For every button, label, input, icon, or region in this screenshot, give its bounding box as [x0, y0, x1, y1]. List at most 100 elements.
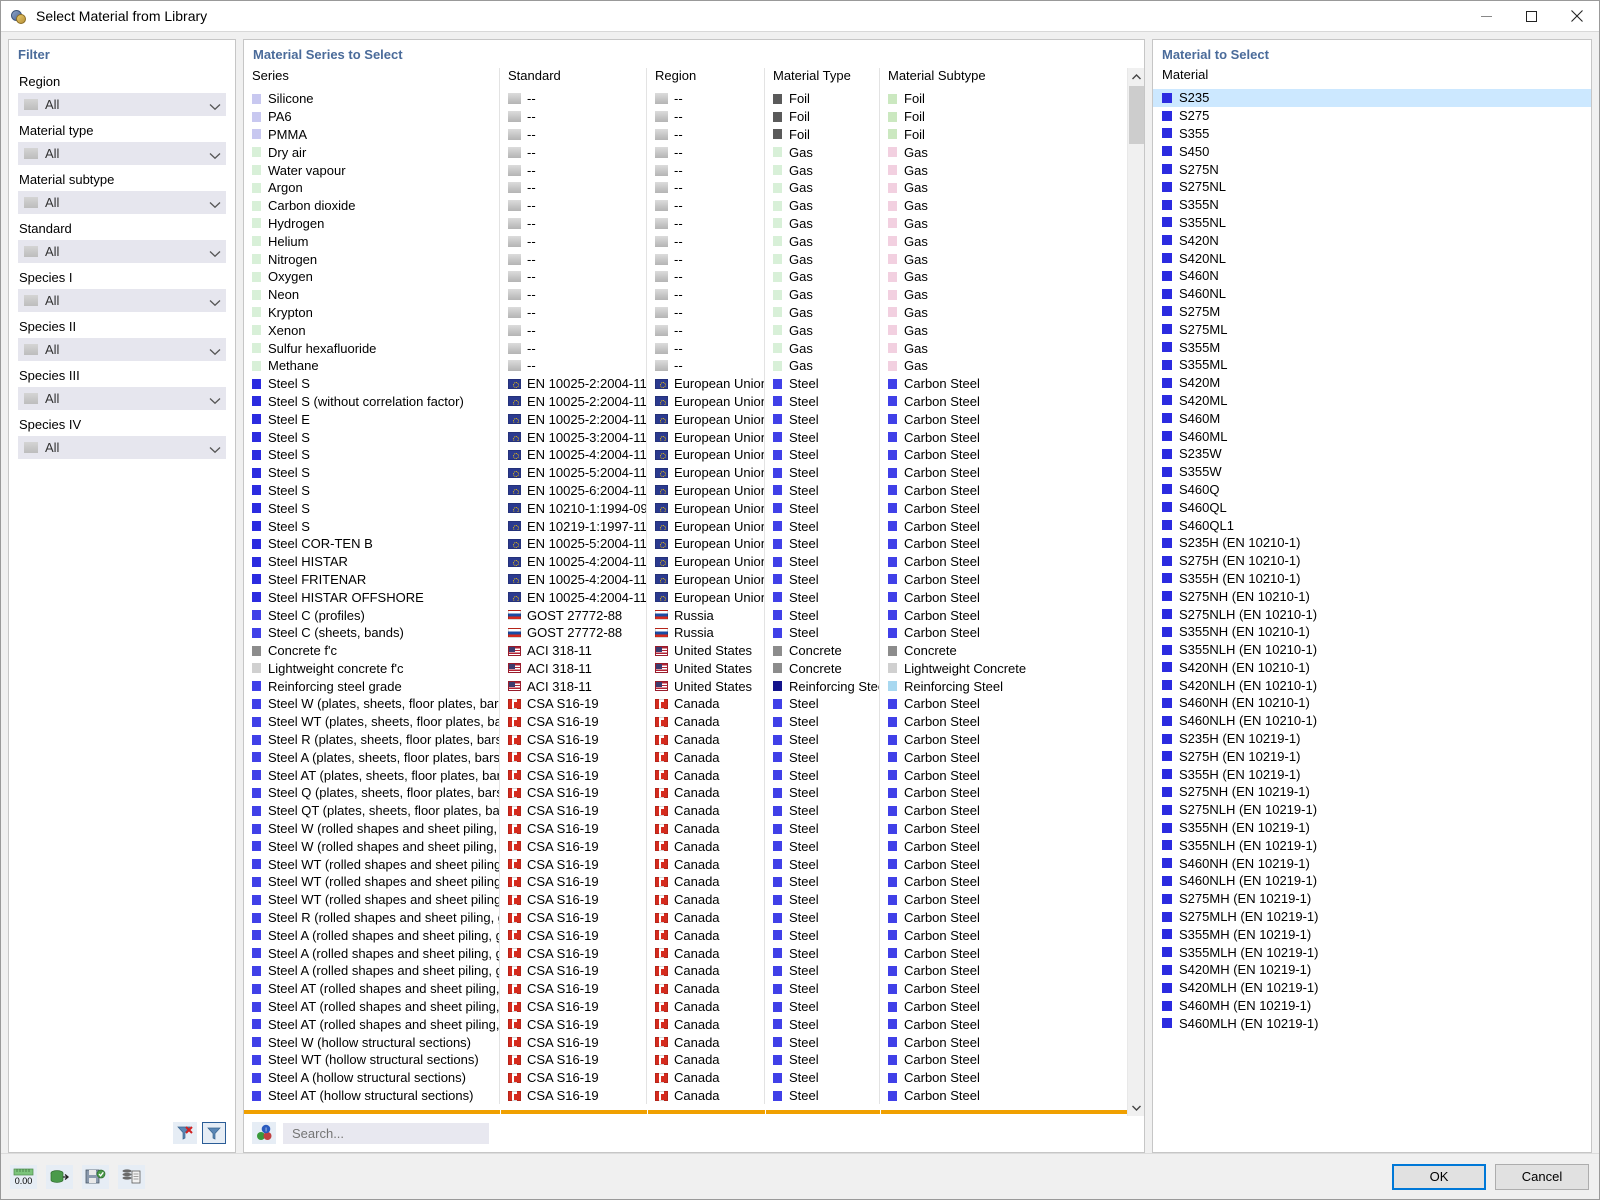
filter-dropdown-6[interactable]: All — [18, 387, 226, 410]
list-item[interactable]: S355NH (EN 10219-1) — [1153, 819, 1591, 837]
table-row[interactable]: Steel AT (rolled shapes and sheet piling… — [244, 979, 1127, 998]
list-item[interactable]: S460ML — [1153, 427, 1591, 445]
table-row[interactable]: Sulfur hexafluoride -- -- Gas Gas — [244, 339, 1127, 357]
list-item[interactable]: S460M — [1153, 409, 1591, 427]
series-column-header-1[interactable]: Standard — [500, 68, 647, 90]
table-row[interactable]: Steel WT (rolled shapes and sheet piling… — [244, 890, 1127, 909]
filter-dropdown-7[interactable]: All — [18, 436, 226, 459]
list-item[interactable]: S355H (EN 10210-1) — [1153, 570, 1591, 588]
table-row[interactable]: Concrete f'c ACI 318-11 United States Concr… — [244, 641, 1127, 660]
table-row[interactable]: Steel WT (hollow structural sections) CSA… — [244, 1051, 1127, 1069]
table-row[interactable]: Carbon dioxide -- -- Gas Gas — [244, 196, 1127, 215]
table-row[interactable]: Steel S EN 10219-1:1997-11 European Union S… — [244, 517, 1127, 535]
list-item[interactable]: S275NL — [1153, 178, 1591, 196]
filter-dropdown-1[interactable]: All — [18, 142, 226, 165]
table-row[interactable]: Steel A (rolled shapes and sheet piling,… — [244, 962, 1127, 980]
filter-dropdown-2[interactable]: All — [18, 191, 226, 214]
table-row[interactable]: Steel FRITENAR EN 10025-4:2004-11 European… — [244, 570, 1127, 589]
list-item[interactable]: S355MLH (EN 10219-1) — [1153, 943, 1591, 961]
table-row[interactable]: Steel COR-TEN B EN 10025-5:2004-11 Europea… — [244, 534, 1127, 553]
list-item[interactable]: S420NL — [1153, 249, 1591, 267]
table-row[interactable]: Steel E EN 10025-2:2004-11 European Union S… — [244, 410, 1127, 429]
list-item[interactable]: S460NL — [1153, 285, 1591, 303]
list-item[interactable]: S275M — [1153, 303, 1591, 321]
table-row[interactable]: PA6 -- -- Foil Foil — [244, 107, 1127, 126]
table-row[interactable]: Steel QT (plates, sheets, floor plates, … — [244, 801, 1127, 820]
table-row[interactable]: Methane -- -- Gas Gas — [244, 356, 1127, 375]
list-item[interactable]: S275N — [1153, 160, 1591, 178]
list-item[interactable]: S460NLH (EN 10210-1) — [1153, 712, 1591, 730]
list-item[interactable]: S355NH (EN 10210-1) — [1153, 623, 1591, 641]
material-list[interactable]: S235 S275 S355 S450 S275N S275NL S355N S355NL S4… — [1153, 89, 1591, 1152]
table-row[interactable]: Steel Q (plates, sheets, floor plates, b… — [244, 784, 1127, 802]
scroll-up-icon[interactable] — [1128, 68, 1145, 85]
scrollbar-thumb[interactable] — [1128, 86, 1144, 144]
list-item[interactable]: S355M — [1153, 338, 1591, 356]
table-row[interactable]: Steel S EN 10210-1:1994-09 European Union S… — [244, 499, 1127, 518]
list-item[interactable]: S275H (EN 10210-1) — [1153, 552, 1591, 570]
table-row[interactable]: Hydrogen -- -- Gas Gas — [244, 214, 1127, 233]
list-item[interactable]: S420NLH (EN 10210-1) — [1153, 676, 1591, 694]
list-item[interactable]: S460N — [1153, 267, 1591, 285]
series-grid-rows[interactable]: Silicone -- -- Foil Foil PA6 -- -- Foil Foil PMMA -… — [244, 90, 1127, 1110]
table-row[interactable]: Steel AT (plates, sheets, floor plates, … — [244, 766, 1127, 785]
table-row[interactable]: Steel W (plates, sheets, floor plates, b… — [244, 695, 1127, 713]
numeric-format-icon[interactable]: 0.00 — [10, 1164, 37, 1189]
table-row[interactable]: Steel A (rolled shapes and sheet piling,… — [244, 944, 1127, 963]
list-item[interactable]: S460MLH (EN 10219-1) — [1153, 1014, 1591, 1032]
list-item[interactable]: S275NH (EN 10210-1) — [1153, 587, 1591, 605]
table-row[interactable]: Steel A (rolled shapes and sheet piling,… — [244, 926, 1127, 945]
list-item[interactable]: S460NH (EN 10210-1) — [1153, 694, 1591, 712]
list-item[interactable]: S355W — [1153, 463, 1591, 481]
list-item[interactable]: S275NLH (EN 10219-1) — [1153, 801, 1591, 819]
search-box[interactable] — [283, 1122, 489, 1144]
list-item[interactable]: S235H (EN 10219-1) — [1153, 730, 1591, 748]
clear-filter-button[interactable] — [173, 1122, 197, 1144]
list-item[interactable]: S460QL1 — [1153, 516, 1591, 534]
list-item[interactable]: S235W — [1153, 445, 1591, 463]
table-row[interactable]: Argon -- -- Gas Gas — [244, 178, 1127, 197]
color-filter-icon[interactable]: i — [252, 1122, 276, 1144]
list-item[interactable]: S420MH (EN 10219-1) — [1153, 961, 1591, 979]
table-row[interactable]: Reinforcing steel grade ACI 318-11 United … — [244, 677, 1127, 696]
list-item[interactable]: S460NH (EN 10219-1) — [1153, 854, 1591, 872]
table-row[interactable]: Steel C (sheets, bands) GOST 27772-88 Russ… — [244, 623, 1127, 642]
table-row[interactable]: Nitrogen -- -- Gas Gas — [244, 250, 1127, 268]
list-item[interactable]: S420N — [1153, 231, 1591, 249]
table-row[interactable]: Steel WT (rolled shapes and sheet piling… — [244, 873, 1127, 891]
table-row[interactable]: Silicone -- -- Foil Foil — [244, 90, 1127, 108]
table-row[interactable]: Steel R (plates, sheets, floor plates, b… — [244, 730, 1127, 749]
series-grid-vscroll[interactable] — [1127, 68, 1144, 1116]
list-item[interactable]: S355NL — [1153, 214, 1591, 232]
cancel-button[interactable]: Cancel — [1495, 1163, 1589, 1190]
list-item[interactable]: S275H (EN 10219-1) — [1153, 747, 1591, 765]
list-item[interactable]: S235H (EN 10210-1) — [1153, 534, 1591, 552]
list-item[interactable]: S460QL — [1153, 498, 1591, 516]
table-row[interactable]: Steel W (rolled shapes and sheet piling,… — [244, 837, 1127, 856]
filter-dropdown-4[interactable]: All — [18, 289, 226, 312]
apply-filter-button[interactable] — [202, 1122, 226, 1144]
list-item[interactable]: S355MH (EN 10219-1) — [1153, 925, 1591, 943]
import-database-icon[interactable] — [46, 1164, 73, 1189]
list-item[interactable]: S355NLH (EN 10210-1) — [1153, 641, 1591, 659]
table-row[interactable]: Steel W (rolled shapes and sheet piling,… — [244, 819, 1127, 838]
list-item[interactable]: S460MH (EN 10219-1) — [1153, 997, 1591, 1015]
table-row[interactable]: Steel AT (rolled shapes and sheet piling… — [244, 997, 1127, 1016]
list-item[interactable]: S235 — [1153, 89, 1591, 107]
table-row[interactable]: Steel C (profiles) GOST 27772-88 Russia Ste… — [244, 606, 1127, 624]
search-input[interactable] — [290, 1124, 482, 1142]
table-row[interactable]: Steel S EN 10025-4:2004-11 European Union S… — [244, 445, 1127, 464]
close-icon[interactable] — [1554, 1, 1599, 32]
table-row[interactable]: Steel R (rolled shapes and sheet piling,… — [244, 908, 1127, 927]
list-item[interactable]: S275MH (EN 10219-1) — [1153, 890, 1591, 908]
list-item[interactable]: S275NLH (EN 10210-1) — [1153, 605, 1591, 623]
list-item[interactable]: S355ML — [1153, 356, 1591, 374]
list-item[interactable]: S460NLH (EN 10219-1) — [1153, 872, 1591, 890]
table-row[interactable]: Steel WT (rolled shapes and sheet piling… — [244, 855, 1127, 874]
list-item[interactable]: S355N — [1153, 196, 1591, 214]
list-item[interactable]: S450 — [1153, 142, 1591, 160]
table-row[interactable]: Water vapour -- -- Gas Gas — [244, 161, 1127, 179]
table-row[interactable]: Steel S EN 10025-3:2004-11 European Union S… — [244, 428, 1127, 446]
list-item[interactable]: S355 — [1153, 125, 1591, 143]
table-row[interactable]: Steel S EN 10025-2:2004-11 European Union S… — [244, 374, 1127, 393]
